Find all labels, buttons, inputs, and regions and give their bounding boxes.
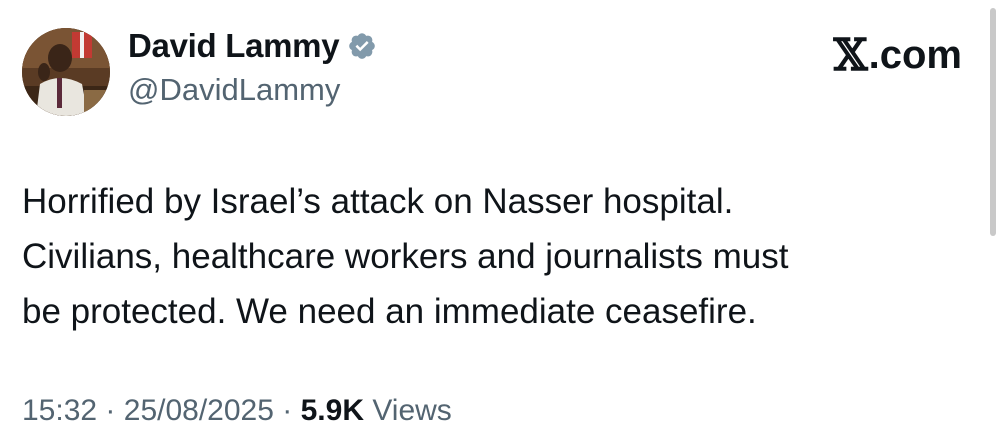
avatar[interactable]	[22, 28, 110, 116]
brand-logo: 𝕏 .com	[834, 30, 963, 81]
x-logo-icon: 𝕏	[833, 30, 868, 81]
tweet-text-line: Civilians, healthcare workers and journa…	[22, 237, 789, 276]
avatar-photo	[22, 28, 110, 116]
tweet-time[interactable]: 15:32	[22, 394, 97, 427]
meta-separator: ·	[105, 394, 116, 427]
scrollbar[interactable]	[990, 8, 996, 236]
display-name[interactable]: David Lammy	[128, 27, 340, 65]
views-count: 5.9K	[300, 394, 364, 427]
views-label: Views	[372, 394, 452, 427]
author-name-row[interactable]: David Lammy	[128, 26, 377, 66]
tweet-date[interactable]: 25/08/2025	[124, 394, 274, 427]
meta-separator: ·	[282, 394, 293, 427]
tweet-text-line: be protected. We need an immediate cease…	[22, 292, 757, 331]
author-handle[interactable]: @DavidLammy	[128, 72, 340, 108]
verified-badge-icon	[349, 33, 376, 59]
tweet-text-line: Horrified by Israel’s attack on Nasser h…	[22, 182, 734, 221]
tweet-text: Horrified by Israel’s attack on Nasser h…	[22, 174, 962, 339]
brand-label: .com	[868, 33, 962, 77]
tweet-metadata: 15:32 · 25/08/2025 · 5.9K Views	[22, 394, 452, 428]
